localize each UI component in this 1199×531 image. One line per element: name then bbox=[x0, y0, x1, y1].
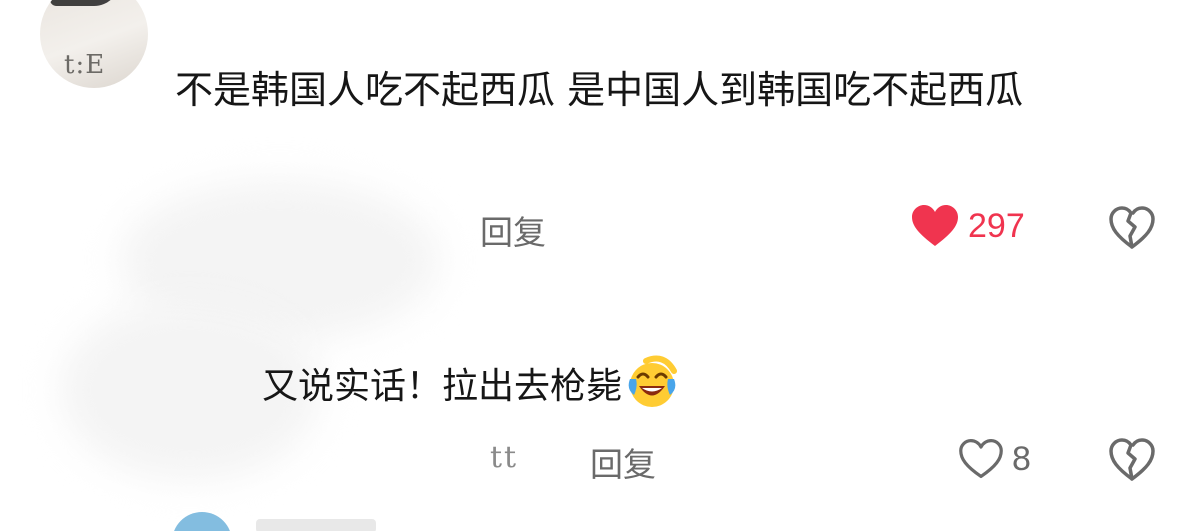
author-badge: tt bbox=[490, 440, 519, 475]
comment-text: 不是韩国人吃不起西瓜 是中国人到韩国吃不起西瓜 bbox=[175, 68, 1024, 112]
reply-text: 又说实话！拉出去枪毙 bbox=[262, 355, 680, 411]
reply-reply-button[interactable]: 回复 bbox=[590, 438, 656, 486]
commenter-avatar[interactable]: t:E bbox=[40, 0, 148, 88]
heart-outline-icon bbox=[959, 438, 1003, 479]
avatar-ink-shape bbox=[50, 0, 120, 6]
broken-heart-icon bbox=[1109, 206, 1155, 249]
avatar-lettering: t:E bbox=[64, 50, 106, 80]
broken-heart-icon bbox=[1109, 438, 1155, 481]
next-commenter-avatar[interactable] bbox=[172, 512, 232, 531]
like-count: 297 bbox=[968, 206, 1025, 245]
reply-dislike-button[interactable] bbox=[1108, 438, 1156, 486]
next-commenter-name-placeholder bbox=[256, 519, 376, 531]
reply-like-button[interactable]: 8 bbox=[958, 438, 1031, 480]
reply-like-count: 8 bbox=[1012, 439, 1031, 478]
like-button[interactable]: 297 bbox=[910, 204, 1025, 248]
heart-filled-icon bbox=[912, 205, 958, 246]
face-with-tears-of-joy-icon bbox=[628, 355, 678, 407]
reply-text-content: 又说实话！拉出去枪毙 bbox=[262, 366, 623, 407]
comment-thread: t:E 不是韩国人吃不起西瓜 是中国人到韩国吃不起西瓜 回复 297 又说实话！… bbox=[0, 0, 1199, 531]
dislike-button[interactable] bbox=[1108, 206, 1156, 254]
reply-button[interactable]: 回复 bbox=[480, 206, 546, 254]
